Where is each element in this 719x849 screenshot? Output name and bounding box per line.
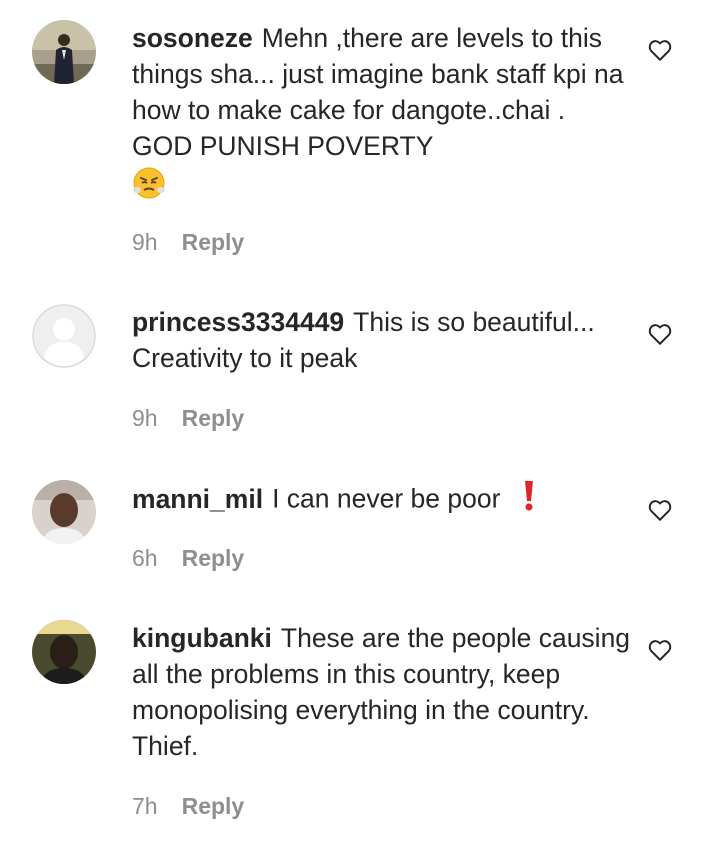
comment-text: kingubanki These are the people causing a…	[132, 620, 632, 764]
comment-text: princess3334449 This is so beautiful... C…	[132, 304, 632, 376]
heart-icon[interactable]	[647, 637, 673, 663]
comment-username[interactable]: sosoneze	[132, 23, 253, 53]
heart-icon[interactable]	[647, 497, 673, 523]
reply-button[interactable]: Reply	[182, 545, 245, 571]
default-avatar-icon	[32, 304, 96, 368]
comment-timestamp: 6h	[132, 545, 158, 571]
comment-username[interactable]: manni_mil	[132, 484, 263, 514]
comment-timestamp: 9h	[132, 229, 158, 255]
reply-button[interactable]: Reply	[182, 229, 245, 255]
comment-username[interactable]: princess3334449	[132, 307, 344, 337]
user-photo-icon	[32, 480, 96, 544]
avatar[interactable]	[32, 620, 96, 684]
comment-timestamp: 9h	[132, 405, 158, 431]
user-photo-icon	[32, 620, 96, 684]
comment-text: sosoneze Mehn ,there are levels to this t…	[132, 20, 632, 209]
heart-icon[interactable]	[647, 37, 673, 63]
heart-icon[interactable]	[647, 321, 673, 347]
user-photo-icon	[32, 20, 96, 84]
comment-body: I can never be poor	[272, 483, 501, 514]
comment-timestamp: 7h	[132, 793, 158, 819]
avatar[interactable]	[32, 304, 96, 368]
reply-button[interactable]: Reply	[182, 793, 245, 819]
angry-face-emoji	[132, 166, 166, 209]
reply-button[interactable]: Reply	[182, 405, 245, 431]
comment-username[interactable]: kingubanki	[132, 623, 272, 653]
comment-meta: 9h Reply	[132, 404, 244, 432]
comment-meta: 7h Reply	[132, 792, 244, 820]
comment-meta: 6h Reply	[132, 544, 244, 572]
comment-text: manni_mil I can never be poor	[132, 480, 632, 521]
avatar[interactable]	[32, 480, 96, 544]
comment-meta: 9h Reply	[132, 228, 244, 256]
exclamation-mark-emoji	[522, 480, 536, 521]
avatar[interactable]	[32, 20, 96, 84]
